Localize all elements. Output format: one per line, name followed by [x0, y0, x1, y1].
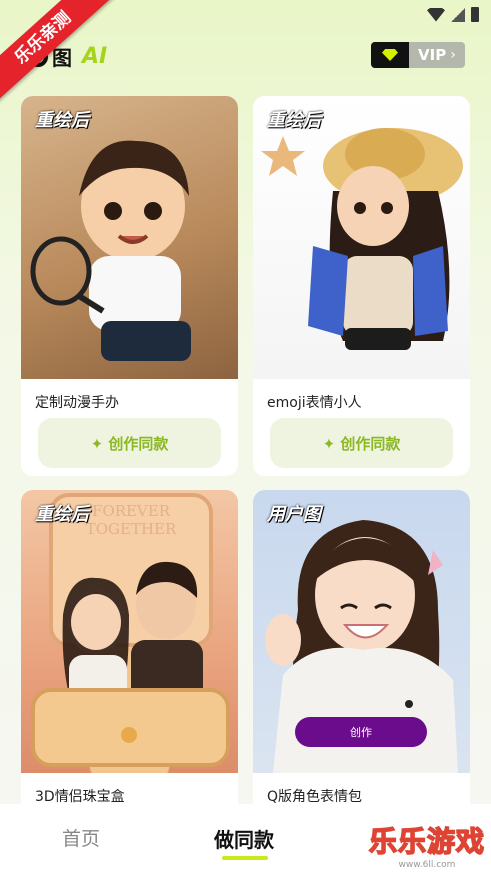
card-tag: 重绘后	[267, 110, 321, 131]
card-image[interactable]	[21, 96, 238, 379]
template-card[interactable]: 重绘后 emoji表情小人 ✦ 创作同款	[253, 96, 470, 476]
couple-jewelry-box-illustration: FOREVER TOGETHER	[31, 493, 230, 767]
card-title: 定制动漫手办	[35, 395, 119, 411]
bottom-tab-bar: 首页 做同款 乐乐游戏 www.6ll.com	[0, 804, 491, 874]
boy-tennis-illustration	[30, 140, 191, 361]
card-tag: 用户图	[267, 504, 321, 525]
template-card[interactable]: 重绘后 定制动漫手办 ✦ 创作同款	[21, 96, 238, 476]
create-pill-button[interactable]: 创作	[295, 717, 427, 747]
card-image[interactable]	[253, 96, 470, 379]
card-tag: 重绘后	[35, 504, 89, 525]
promo-ribbon: 乐乐亲测	[0, 0, 120, 120]
active-tab-indicator	[222, 856, 268, 860]
battery-icon	[471, 7, 479, 22]
watermark: 乐乐游戏 www.6ll.com	[368, 820, 485, 870]
wifi-icon	[427, 7, 445, 22]
watermark-sub: www.6ll.com	[398, 860, 456, 870]
girl-straw-hat-illustration	[261, 128, 463, 350]
ribbon-text: 乐乐亲测	[0, 0, 117, 107]
tab-make-same[interactable]: 做同款	[214, 824, 274, 853]
watermark-main: 乐乐游戏	[368, 824, 485, 859]
diamond-icon	[382, 49, 398, 61]
create-same-button[interactable]: ✦ 创作同款	[38, 418, 221, 468]
card-title: Q版角色表情包	[267, 789, 363, 805]
tab-home[interactable]: 首页	[62, 824, 100, 851]
signal-icon	[451, 7, 465, 22]
card-image[interactable]: FOREVER TOGETHER	[21, 490, 238, 773]
card-title: emoji表情小人	[267, 395, 362, 411]
vip-button[interactable]: VIP ›	[371, 42, 465, 68]
chevron-right-icon: ›	[450, 47, 456, 63]
vip-label: VIP	[418, 46, 447, 64]
create-same-button[interactable]: ✦ 创作同款	[270, 418, 453, 468]
vip-badge	[371, 42, 409, 68]
box-text-forever: FOREVER	[92, 502, 171, 520]
card-title: 3D情侣珠宝盒	[35, 789, 125, 805]
box-text-together: TOGETHER	[86, 520, 177, 538]
